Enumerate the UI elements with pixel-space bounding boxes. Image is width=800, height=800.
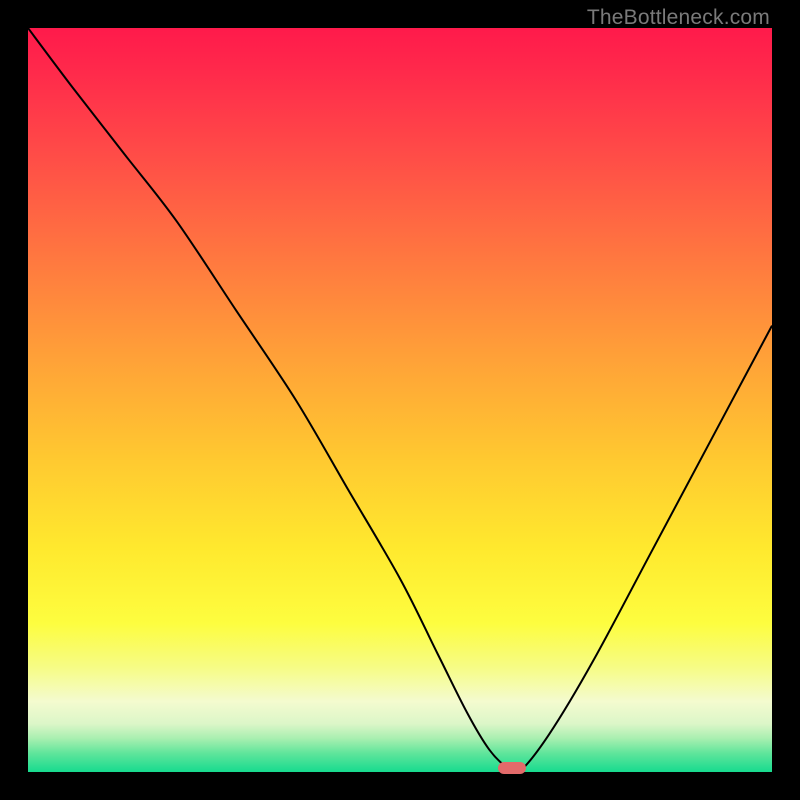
bottleneck-curve-path — [28, 28, 772, 772]
optimum-marker — [498, 762, 526, 774]
chart-curve — [28, 28, 772, 772]
chart-frame: TheBottleneck.com — [0, 0, 800, 800]
plot-area — [28, 28, 772, 772]
watermark-label: TheBottleneck.com — [587, 6, 770, 30]
